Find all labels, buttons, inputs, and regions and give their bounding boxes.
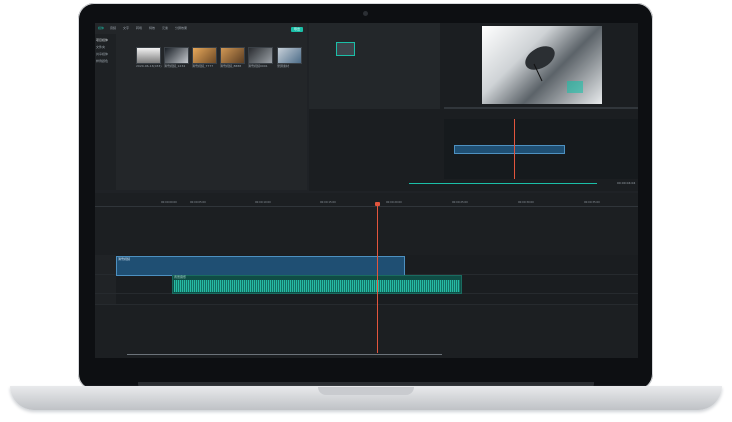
media-thumb-label: 滑雪视频0001	[248, 64, 268, 68]
playback-progress[interactable]	[409, 183, 597, 184]
nested-timeline	[444, 119, 638, 179]
sidebar-item-project-media[interactable]: 项目媒体	[96, 38, 112, 43]
video-clip[interactable]: 滑雪视频	[116, 256, 405, 276]
preview-divider	[444, 107, 638, 109]
sidebar-item-shared-media[interactable]: 共享媒体	[96, 52, 112, 57]
video-preview[interactable]	[482, 26, 602, 104]
sidebar-item-sample-colors[interactable]: 样例颜色	[96, 59, 112, 64]
ruler-tick: 00:00:00:00	[161, 201, 177, 204]
video-clip-label: 滑雪视频	[118, 257, 131, 261]
nested-editor-panel: 00:00:04:04	[309, 23, 638, 191]
ruler-tick: 00:00:10:00	[255, 201, 271, 204]
menu-elements[interactable]: 元素	[162, 26, 168, 30]
nested-playhead[interactable]	[514, 119, 515, 179]
menu-split-screen[interactable]: 分屏效果	[175, 26, 187, 30]
ruler-tick: 00:00:30:00	[518, 201, 534, 204]
media-sidebar: 项目媒体 文件夹 共享媒体 样例颜色	[95, 34, 116, 190]
menu-audio[interactable]: 音频	[110, 26, 116, 30]
import-button[interactable]: 导出	[291, 27, 303, 32]
media-thumb-label: 录屏素材	[277, 64, 290, 68]
nested-video-clip[interactable]	[454, 145, 565, 154]
menu-effects[interactable]: 特效	[149, 26, 155, 30]
ruler-tick: 00:00:25:00	[452, 201, 468, 204]
webcam	[363, 11, 368, 16]
video-track-header[interactable]	[95, 255, 116, 274]
sidebar-item-folder[interactable]: 文件夹	[96, 45, 112, 50]
preview-timecode: 00:00:04:04	[617, 181, 636, 185]
timeline-scrollbar[interactable]	[127, 354, 442, 355]
empty-track-header[interactable]	[95, 294, 116, 304]
menu-media[interactable]: 媒体	[98, 26, 104, 30]
nested-media-thumb[interactable]	[336, 42, 355, 56]
menu-text[interactable]: 文字	[123, 26, 129, 30]
media-thumb-1[interactable]	[136, 47, 161, 64]
media-thumb-4[interactable]	[220, 47, 245, 64]
media-thumb-3[interactable]	[192, 47, 217, 64]
audio-track-header[interactable]	[95, 275, 116, 293]
media-thumb-label: 2020-06-13(033)	[136, 64, 162, 68]
empty-track	[95, 294, 638, 305]
media-thumb-2[interactable]	[164, 47, 189, 64]
media-library-panel: 媒体 音频 文字 转场 特效 元素 分屏效果 导出 项目媒体 文件夹 共享媒体 …	[95, 23, 307, 190]
playhead-handle[interactable]	[375, 202, 380, 206]
ruler-tick: 00:00:05:00	[190, 201, 206, 204]
nested-media-area	[309, 23, 440, 109]
parachute-image	[525, 46, 583, 93]
timeline-playhead[interactable]	[377, 203, 378, 353]
audio-waveform	[174, 280, 460, 292]
app-screen: 媒体 音频 文字 转场 特效 元素 分屏效果 导出 项目媒体 文件夹 共享媒体 …	[95, 23, 638, 358]
media-thumb-label: 滑雪视频_7777	[192, 64, 214, 68]
media-thumb-label: 滑雪视频_8888	[220, 64, 242, 68]
media-thumb-label: 滑雪视频_1234	[164, 64, 186, 68]
media-thumb-5[interactable]	[248, 47, 273, 64]
menu-transition[interactable]: 转场	[136, 26, 142, 30]
audio-clip-label: 背景音乐	[174, 275, 187, 279]
audio-clip[interactable]: 背景音乐	[172, 275, 462, 294]
ruler-tick: 00:00:15:00	[320, 201, 336, 204]
laptop-notch	[318, 387, 414, 395]
ruler-tick: 00:00:35:00	[584, 201, 600, 204]
media-thumb-6[interactable]	[277, 47, 302, 64]
timeline-ruler[interactable]: 00:00:00:00 00:00:05:00 00:00:10:00 00:0…	[95, 200, 638, 207]
ruler-tick: 00:00:20:00	[386, 201, 402, 204]
